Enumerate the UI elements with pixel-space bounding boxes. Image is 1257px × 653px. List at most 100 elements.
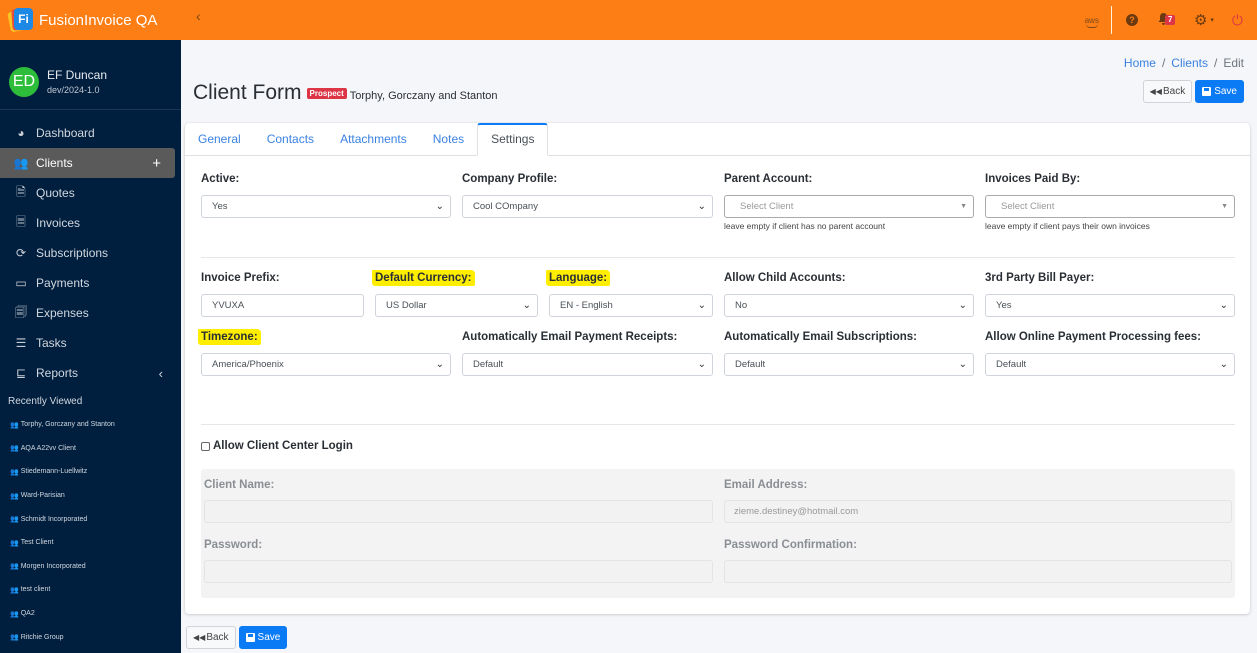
aws-icon[interactable]: aws <box>1085 16 1099 28</box>
password-label: Password: <box>204 539 263 551</box>
tab-settings[interactable]: Settings <box>477 123 549 156</box>
sidebar-item-payments[interactable]: ▭ Payments <box>0 268 181 298</box>
recent-client-link[interactable]: 👥 Torphy, Gorczany and Stanton <box>0 413 181 437</box>
sidebar-item-dashboard[interactable]: ◕ Dashboard <box>0 118 181 148</box>
timezone-select[interactable]: America/Phoenix ⌄ <box>201 353 451 376</box>
recent-client-label: QA2 <box>20 610 35 618</box>
recent-client-link[interactable]: 👥 Morgen Incorporated <box>0 555 181 579</box>
language-label: Language: <box>546 270 611 286</box>
invoice-prefix-input[interactable]: YVUXA <box>201 294 364 317</box>
recent-client-label: Test Client <box>20 539 54 547</box>
user-panel[interactable]: ED EF Duncan dev/2024-1.0 <box>0 40 181 110</box>
auto-email-subscriptions-value: Default <box>735 359 766 370</box>
recent-client-link[interactable]: 👥 QA2 <box>0 602 181 626</box>
recent-client-link[interactable]: 👥 test client <box>0 578 181 602</box>
active-select[interactable]: Yes ⌄ <box>201 195 451 218</box>
sidebar-item-label: Clients <box>36 156 73 170</box>
save-button[interactable]: Save <box>1195 80 1244 103</box>
sidebar-item-subscriptions[interactable]: ⟳ Subscriptions <box>0 238 181 268</box>
sidebar-item-clients[interactable]: 👥 Clients + <box>0 148 175 178</box>
save-button[interactable]: Save <box>238 626 288 649</box>
tab-contacts[interactable]: Contacts <box>254 123 327 155</box>
recent-client-link[interactable]: 👥 Stiedemann-Luellwitz <box>0 460 181 484</box>
help-icon[interactable]: ? <box>1125 14 1138 26</box>
back-label: Back <box>206 632 229 643</box>
caret-down-icon: ▼ <box>960 203 967 210</box>
sidebar-item-invoices[interactable]: 🗏 Invoices <box>0 208 181 238</box>
recent-client-link[interactable]: 👥 Schmidt Incorporated <box>0 507 181 531</box>
language-select[interactable]: EN - English ⌄ <box>549 294 713 317</box>
password-input[interactable] <box>204 560 713 583</box>
receipt-icon: 🗐 <box>15 304 27 319</box>
save-icon <box>245 633 255 642</box>
parent-account-select[interactable]: Select Client ▼ <box>724 195 974 218</box>
user-subtitle: dev/2024-1.0 <box>47 85 100 95</box>
page-title: Client Form <box>193 81 302 104</box>
brand-logo-icon: Fi <box>7 8 33 33</box>
chevron-down-icon: ⌄ <box>435 359 444 370</box>
notifications-button[interactable]: 7 <box>1158 13 1180 27</box>
third-party-bill-payer-label: 3rd Party Bill Payer: <box>985 272 1095 284</box>
auto-email-subscriptions-select[interactable]: Default ⌄ <box>724 353 974 376</box>
save-icon <box>1202 87 1212 96</box>
sidebar-item-label: Tasks <box>36 336 67 350</box>
recent-client-link[interactable]: 👥 AQA A22vv Client <box>0 437 181 461</box>
sidebar-item-quotes[interactable]: 🗎 Quotes <box>0 178 181 208</box>
sidebar-item-expenses[interactable]: 🗐 Expenses <box>0 298 181 328</box>
auto-email-subscriptions-label: Automatically Email Subscriptions: <box>724 331 917 343</box>
users-icon: 👥 <box>10 445 19 453</box>
sidebar-item-reports[interactable]: ⊑ Reports ‹ <box>0 358 181 388</box>
email-address-value: zieme.destiney@hotmail.com <box>734 506 859 517</box>
chevron-down-icon: ⌄ <box>1219 359 1228 370</box>
recent-client-label: test client <box>20 586 51 594</box>
invoices-paid-by-select[interactable]: Select Client ▼ <box>985 195 1235 218</box>
credit-card-icon: ▭ <box>15 276 27 290</box>
company-profile-select[interactable]: Cool COmpany ⌄ <box>462 195 713 218</box>
avatar: ED <box>9 66 39 97</box>
auto-email-receipts-select[interactable]: Default ⌄ <box>462 353 713 376</box>
settings-dropdown[interactable]: ⚙ ▾ <box>1194 11 1214 29</box>
online-payment-fees-select[interactable]: Default ⌄ <box>985 353 1235 376</box>
sidebar-item-tasks[interactable]: ☰ Tasks <box>0 328 181 358</box>
user-name: EF Duncan <box>47 68 108 82</box>
recent-client-label: Torphy, Gorczany and Stanton <box>20 421 115 429</box>
users-icon: 👥 <box>10 516 19 524</box>
default-currency-select[interactable]: US Dollar ⌄ <box>375 294 538 317</box>
power-icon[interactable]: ⏻ <box>1232 12 1243 29</box>
users-icon: 👥 <box>13 156 29 170</box>
password-confirmation-input[interactable] <box>724 560 1232 583</box>
sidebar-item-label: Dashboard <box>36 126 95 140</box>
third-party-bill-payer-select[interactable]: Yes ⌄ <box>985 294 1235 317</box>
email-address-label: Email Address: <box>724 479 808 491</box>
chevron-down-icon: ⌄ <box>697 300 706 311</box>
divider <box>201 424 1235 425</box>
top-navbar: Fi FusionInvoice QA ‹ aws ? 7 ⚙ ▾ ⏻ <box>0 0 1257 40</box>
chevron-down-icon: ⌄ <box>697 201 706 212</box>
allow-client-center-label[interactable]: Allow Client Center Login <box>213 440 353 452</box>
sidebar-item-label: Reports <box>36 366 79 380</box>
recent-client-link[interactable]: 👥 Ritchie Group <box>0 625 181 649</box>
back-label: Back <box>1162 86 1186 97</box>
recent-client-link[interactable]: 👥 Test Client <box>0 531 181 555</box>
users-icon: 👥 <box>10 539 19 547</box>
plus-icon[interactable]: + <box>152 155 161 172</box>
allow-client-center-checkbox[interactable] <box>201 441 210 451</box>
recent-client-label: AQA A22vv Client <box>20 444 76 452</box>
tab-general[interactable]: General <box>185 123 254 155</box>
recent-client-link[interactable]: 👥 Ward-Parisian <box>0 484 181 508</box>
back-button[interactable]: ◀◀ Back <box>186 626 236 649</box>
breadcrumb-clients[interactable]: Clients <box>1171 56 1208 70</box>
tab-notes[interactable]: Notes <box>420 123 477 155</box>
brand[interactable]: Fi FusionInvoice QA <box>0 0 181 40</box>
back-button[interactable]: ◀◀ Back <box>1142 80 1193 103</box>
breadcrumb-home[interactable]: Home <box>1124 56 1156 70</box>
tab-attachments[interactable]: Attachments <box>327 123 420 155</box>
email-address-input[interactable]: zieme.destiney@hotmail.com <box>724 500 1232 523</box>
chevron-left-icon[interactable]: ‹ <box>159 366 163 381</box>
sidebar-toggle-icon[interactable]: ‹ <box>196 8 201 24</box>
status-badge: Prospect <box>306 88 347 99</box>
company-profile-value: Cool COmpany <box>473 201 538 212</box>
client-name-input[interactable] <box>204 500 713 523</box>
third-party-bill-payer-value: Yes <box>996 300 1012 311</box>
allow-child-accounts-select[interactable]: No ⌄ <box>724 294 974 317</box>
